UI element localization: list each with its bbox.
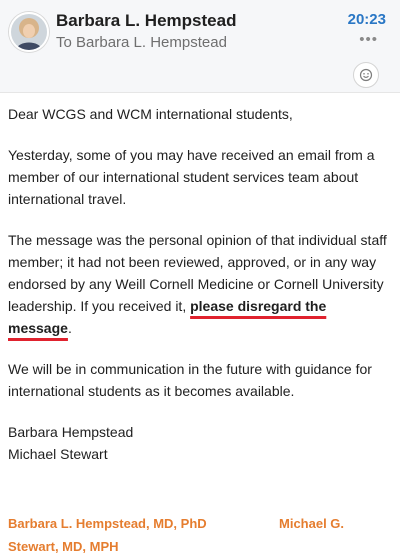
signer-name: Michael Stewart — [8, 446, 108, 462]
smiley-icon[interactable] — [353, 62, 379, 88]
signature-left: Barbara L. Hempstead, MD, PhD — [8, 516, 207, 531]
email-body: Dear WCGS and WCM international students… — [8, 103, 392, 490]
more-horizontal-icon[interactable]: ••• — [359, 31, 378, 48]
signer-name: Barbara Hempstead — [8, 424, 134, 440]
email-header: Barbara L. Hempstead To Barbara L. Hemps… — [0, 0, 400, 93]
email-paragraph: The message was the personal opinion of … — [8, 229, 392, 339]
sender-avatar[interactable] — [9, 12, 49, 52]
email-greeting: Dear WCGS and WCM international students… — [8, 106, 293, 122]
avatar-photo-icon — [11, 14, 47, 50]
paragraph-text: . — [67, 320, 72, 336]
sender-name[interactable]: Barbara L. Hempstead — [56, 11, 236, 31]
signature-continued: Stewart, MD, MPH — [8, 539, 119, 554]
email-paragraph: We will be in communication in the futur… — [8, 361, 372, 399]
received-time: 20:23 — [347, 11, 386, 28]
signature-right: Michael G. — [279, 516, 345, 531]
email-paragraph: Yesterday, some of you may have received… — [8, 147, 375, 207]
recipient-line: To Barbara L. Hempstead — [56, 34, 227, 51]
signers: Barbara Hempstead Michael Stewart — [8, 421, 392, 465]
signature-block: Barbara L. Hempstead, MD, PhD Michael G.… — [8, 512, 388, 558]
